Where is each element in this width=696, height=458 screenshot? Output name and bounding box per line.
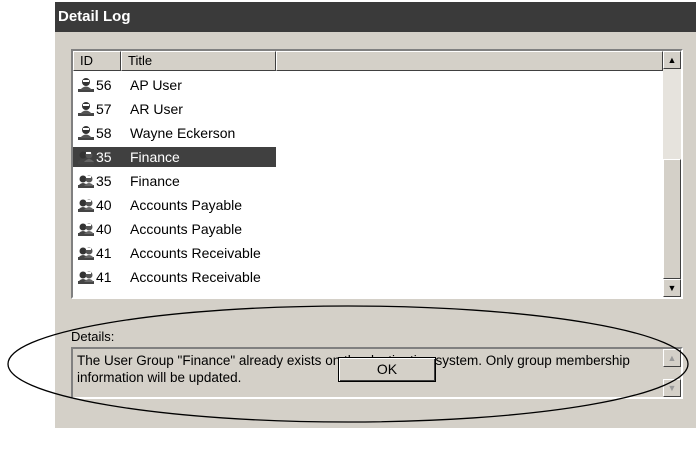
list-row[interactable]: 40 Accounts Payable (73, 217, 663, 241)
scroll-up-button[interactable]: ▲ (663, 51, 681, 69)
column-header-title[interactable]: Title (121, 51, 276, 71)
row-id: 56 (96, 77, 112, 93)
details-scroll-down-button[interactable]: ▼ (663, 379, 681, 397)
column-header-id[interactable]: ID (73, 51, 121, 71)
scroll-thumb[interactable] (663, 159, 681, 279)
row-title: AP User (130, 77, 182, 93)
row-title: Accounts Receivable (130, 269, 261, 285)
row-id: 40 (96, 221, 112, 237)
row-title: Accounts Payable (130, 197, 243, 213)
group-icon (77, 221, 95, 237)
row-id: 58 (96, 125, 112, 141)
details-label: Details: (71, 329, 115, 344)
group-icon (77, 149, 95, 165)
row-title: AR User (130, 101, 183, 117)
details-scrollbar[interactable]: ▲ ▼ (663, 349, 681, 397)
row-title: Accounts Payable (130, 221, 243, 237)
list-row[interactable]: 35 Finance (73, 145, 663, 169)
user-icon (77, 77, 95, 93)
row-id: 35 (96, 173, 112, 189)
list-row[interactable]: 57 AR User (73, 97, 663, 121)
detail-log-dialog: Detail Log ID Title 56 AP User 57 AR User 58… (54, 2, 696, 428)
list-row[interactable]: 56 AP User (73, 73, 663, 97)
row-title: Finance (130, 149, 180, 165)
list-rows: 56 AP User 57 AR User 58 Wayne Eckerson 35 Fina… (73, 73, 663, 289)
title-bar[interactable]: Detail Log (55, 2, 696, 32)
list-row[interactable]: 58 Wayne Eckerson (73, 121, 663, 145)
row-id: 40 (96, 197, 112, 213)
details-scroll-up-button[interactable]: ▲ (663, 349, 681, 367)
row-title: Accounts Receivable (130, 245, 261, 261)
list-vertical-scrollbar[interactable]: ▲ ▼ (663, 51, 681, 297)
row-id: 41 (96, 245, 112, 261)
user-icon (77, 101, 95, 117)
list-row[interactable]: 40 Accounts Payable (73, 193, 663, 217)
list-row[interactable]: 41 Accounts Receivable (73, 241, 663, 265)
group-icon (77, 197, 95, 213)
window-title: Detail Log (58, 8, 131, 25)
user-icon (77, 125, 95, 141)
group-icon (77, 173, 95, 189)
list-row[interactable]: 41 Accounts Receivable (73, 265, 663, 289)
row-id: 41 (96, 269, 112, 285)
ok-button[interactable]: OK (338, 357, 436, 382)
group-icon (77, 269, 95, 285)
column-header-empty[interactable] (276, 51, 663, 71)
scroll-down-button[interactable]: ▼ (663, 279, 681, 297)
group-icon (77, 245, 95, 261)
row-id: 35 (96, 149, 112, 165)
list-header: ID Title (73, 51, 663, 71)
row-title: Wayne Eckerson (130, 125, 236, 141)
row-id: 57 (96, 101, 112, 117)
list-row[interactable]: 35 Finance (73, 169, 663, 193)
row-title: Finance (130, 173, 180, 189)
detail-log-list[interactable]: ID Title 56 AP User 57 AR User 58 Wayne Ecker… (71, 49, 683, 299)
